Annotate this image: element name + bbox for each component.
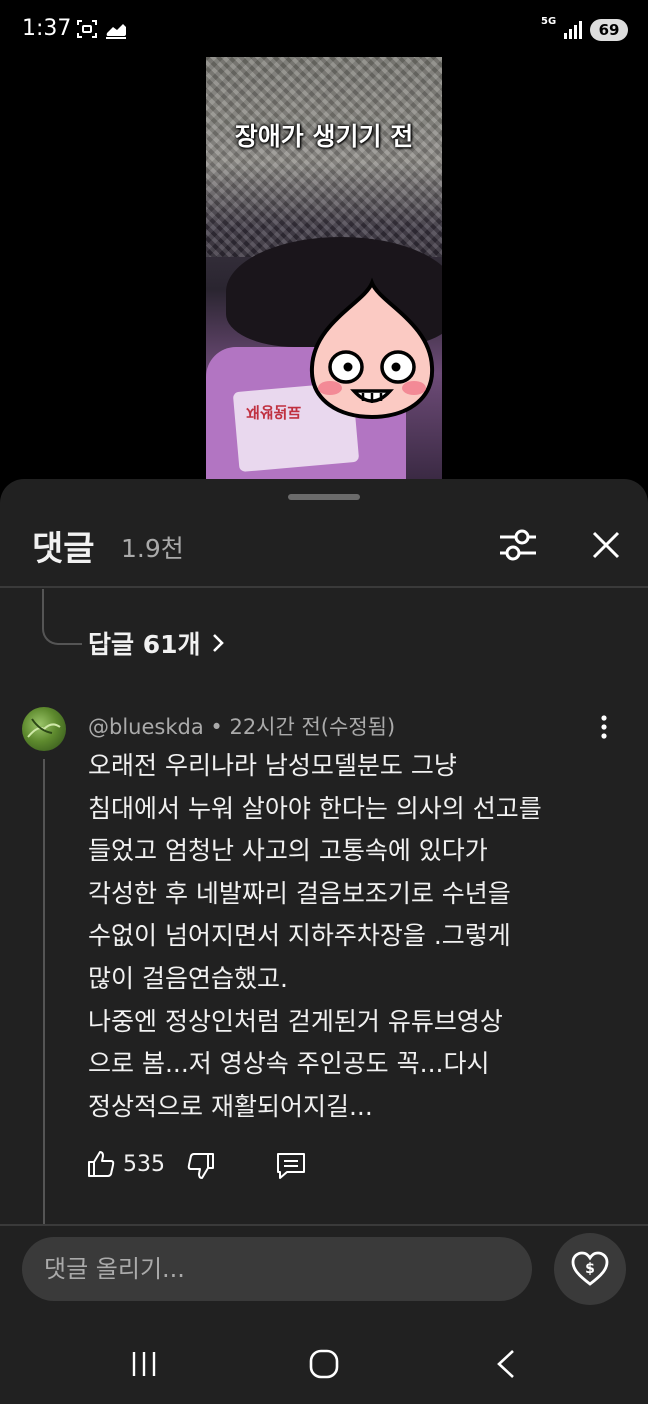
replies-label: 답글 61개 (88, 630, 201, 659)
status-time: 1:37 (22, 16, 72, 41)
network-type: 5G (541, 16, 557, 27)
close-icon[interactable] (584, 523, 628, 567)
back-icon[interactable] (494, 1348, 518, 1380)
input-divider (0, 1224, 648, 1226)
filter-icon[interactable] (496, 523, 540, 567)
comment-text: 오래전 우리나라 남성모델분도 그냥 침대에서 누워 살아야 한다는 의사의 선… (88, 751, 542, 1121)
recent-apps-icon[interactable] (130, 1350, 158, 1378)
super-thanks-button[interactable]: $ (554, 1233, 626, 1305)
more-options-icon[interactable] (590, 713, 618, 741)
video-player[interactable]: 재생원료 장애가 생기기 전 (206, 57, 442, 479)
signal-icon (564, 21, 582, 39)
comment-input[interactable]: 댓글 올리기... (22, 1237, 532, 1301)
view-replies-button[interactable]: 답글 61개 (88, 625, 227, 661)
comment-time: 22시간 전(수정됨) (229, 715, 396, 739)
thumbs-up-icon[interactable] (86, 1149, 116, 1179)
comments-sheet: 댓글 1.9천 답글 61개 @blueskda • 22시간 전(수정됨) 오… (0, 479, 648, 1404)
notification-icon (106, 24, 126, 39)
comments-count: 1.9천 (121, 534, 184, 563)
like-count: 535 (123, 1152, 165, 1177)
drag-handle[interactable] (288, 494, 360, 500)
chevron-right-icon (212, 634, 224, 652)
comment-meta: @blueskda • 22시간 전(수정됨) (88, 711, 395, 741)
thumbs-down-icon[interactable] (186, 1151, 216, 1181)
thread-line (43, 759, 45, 1224)
video-caption: 장애가 생기기 전 (234, 122, 414, 151)
header-divider (0, 586, 648, 588)
thread-connector (42, 589, 82, 645)
peach-sticker-icon (309, 277, 435, 420)
screenshot-icon (77, 20, 97, 38)
avatar-image (27, 718, 61, 738)
heart-dollar-icon: $ (571, 1251, 609, 1286)
video-background (206, 57, 442, 257)
navigation-bar (0, 1324, 648, 1404)
status-bar: 1:37 5G 69 (0, 0, 648, 60)
comments-title: 댓글 (32, 529, 95, 569)
meta-separator: • (210, 715, 230, 739)
comment-author[interactable]: @blueskda (88, 715, 204, 739)
reply-icon[interactable] (275, 1150, 307, 1180)
video-tag-text: 재생원료 (246, 403, 302, 421)
avatar[interactable] (22, 707, 66, 751)
battery-indicator: 69 (590, 19, 628, 41)
home-icon[interactable] (308, 1348, 340, 1380)
svg-text:$: $ (585, 1261, 595, 1277)
